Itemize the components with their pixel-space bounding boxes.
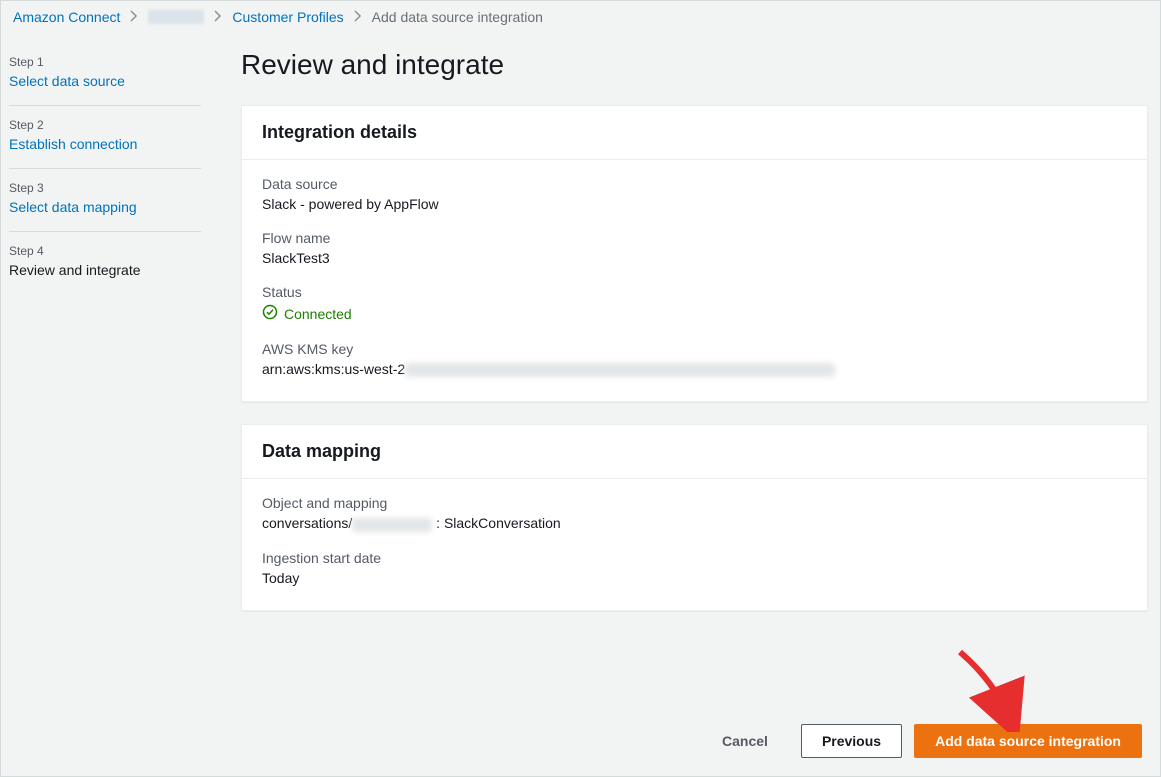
step-title: Review and integrate — [9, 262, 201, 278]
annotation-arrow-icon — [950, 642, 1030, 732]
object-suffix: : SlackConversation — [432, 515, 560, 531]
step-1[interactable]: Step 1 Select data source — [9, 43, 201, 106]
field-label: Status — [262, 284, 1127, 300]
chevron-right-icon — [354, 9, 362, 25]
kms-key-field: AWS KMS key arn:aws:kms:us-west-2 — [262, 341, 1127, 377]
panel-header: Data mapping — [242, 425, 1147, 479]
previous-button[interactable]: Previous — [801, 724, 902, 758]
ingestion-date-field: Ingestion start date Today — [262, 550, 1127, 586]
step-label: Step 2 — [9, 118, 201, 132]
step-4-current: Step 4 Review and integrate — [9, 232, 201, 294]
check-circle-icon — [262, 304, 278, 323]
page-title: Review and integrate — [241, 49, 1148, 81]
add-data-source-integration-button[interactable]: Add data source integration — [914, 724, 1142, 758]
step-label: Step 1 — [9, 55, 201, 69]
breadcrumb-profiles[interactable]: Customer Profiles — [232, 9, 343, 25]
field-value: conversations/ : SlackConversation — [262, 515, 1127, 531]
step-2[interactable]: Step 2 Establish connection — [9, 106, 201, 169]
field-label: Data source — [262, 176, 1127, 192]
field-label: Object and mapping — [262, 495, 1127, 511]
redacted-text — [405, 363, 835, 377]
breadcrumb-current: Add data source integration — [372, 9, 543, 25]
cancel-button[interactable]: Cancel — [701, 724, 789, 758]
chevron-right-icon — [130, 9, 138, 25]
redacted-text — [352, 518, 432, 532]
field-value: arn:aws:kms:us-west-2 — [262, 361, 1127, 377]
step-3[interactable]: Step 3 Select data mapping — [9, 169, 201, 232]
data-mapping-panel: Data mapping Object and mapping conversa… — [241, 424, 1148, 610]
integration-details-panel: Integration details Data source Slack - … — [241, 105, 1148, 402]
breadcrumb-instance-redacted[interactable] — [148, 10, 204, 24]
panel-header: Integration details — [242, 106, 1147, 160]
breadcrumb: Amazon Connect Customer Profiles Add dat… — [1, 1, 1160, 33]
main-content: Review and integrate Integration details… — [211, 33, 1160, 653]
status-value: Connected — [262, 304, 1127, 323]
field-label: Flow name — [262, 230, 1127, 246]
status-field: Status Connected — [262, 284, 1127, 323]
step-label: Step 4 — [9, 244, 201, 258]
field-value: SlackTest3 — [262, 250, 1127, 266]
object-prefix: conversations/ — [262, 515, 352, 531]
wizard-footer: Cancel Previous Add data source integrat… — [701, 724, 1142, 758]
wizard-steps: Step 1 Select data source Step 2 Establi… — [1, 33, 211, 653]
field-label: Ingestion start date — [262, 550, 1127, 566]
field-label: AWS KMS key — [262, 341, 1127, 357]
breadcrumb-root[interactable]: Amazon Connect — [13, 9, 120, 25]
chevron-right-icon — [214, 9, 222, 25]
field-value: Today — [262, 570, 1127, 586]
data-source-field: Data source Slack - powered by AppFlow — [262, 176, 1127, 212]
step-label: Step 3 — [9, 181, 201, 195]
status-text: Connected — [284, 306, 352, 322]
step-title[interactable]: Select data mapping — [9, 199, 201, 215]
field-value: Slack - powered by AppFlow — [262, 196, 1127, 212]
object-mapping-field: Object and mapping conversations/ : Slac… — [262, 495, 1127, 531]
step-title[interactable]: Select data source — [9, 73, 201, 89]
kms-prefix: arn:aws:kms:us-west-2 — [262, 361, 405, 377]
flow-name-field: Flow name SlackTest3 — [262, 230, 1127, 266]
step-title[interactable]: Establish connection — [9, 136, 201, 152]
